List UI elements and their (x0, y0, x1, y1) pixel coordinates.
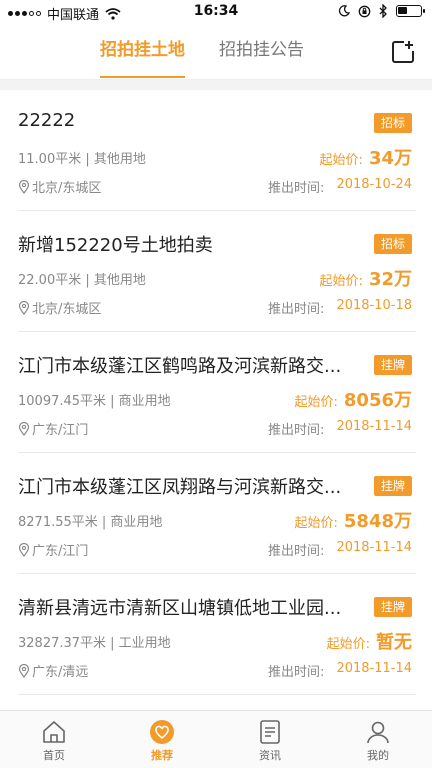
price-value: 8056万 (343, 390, 412, 411)
date-label: 推出时间: (268, 423, 325, 438)
date-row: 推出时间: 2018-10-24 (268, 177, 412, 196)
nav-home-label: 首页 (43, 749, 65, 762)
status-bar: 中国联通 16:34 (0, 0, 432, 24)
price-row: 起始价: 34万 (320, 144, 412, 170)
location-text: 北京/东城区 (32, 302, 102, 317)
price-value: 32万 (368, 269, 412, 290)
nav-news[interactable]: 资讯 (216, 711, 324, 768)
moon-icon (338, 5, 350, 17)
list-item[interactable]: 清新县清远市清新区山塘镇低地工业园... 挂牌 32827.37平米 | 工业用… (18, 574, 416, 695)
battery-fill (398, 7, 407, 14)
listing-location: 广东/江门 (18, 540, 88, 559)
location-pin-icon (18, 421, 30, 436)
location-text: 广东/江门 (32, 423, 89, 438)
price-row: 起始价: 8056万 (295, 386, 413, 412)
price-value: 5848万 (343, 511, 412, 532)
nav-mine-label: 我的 (367, 749, 389, 762)
location-pin-icon (18, 179, 30, 194)
nav-recommend[interactable]: 推荐 (108, 711, 216, 768)
home-icon (43, 721, 65, 743)
listing-title: 清新县清远市清新区山塘镇低地工业园... (18, 598, 342, 619)
date-value: 2018-11-14 (336, 419, 412, 434)
listing-type-badge: 挂牌 (373, 476, 412, 496)
price-value: 暂无 (376, 632, 412, 653)
listing-location: 北京/东城区 (18, 177, 101, 196)
date-label: 推出时间: (268, 544, 325, 559)
price-row: 起始价: 5848万 (295, 507, 413, 533)
listing-type-badge: 挂牌 (373, 355, 412, 375)
location-pin-icon (18, 300, 30, 315)
listing-location: 广东/江门 (18, 419, 88, 438)
date-value: 2018-11-14 (336, 661, 412, 676)
location-pin-icon (18, 542, 30, 557)
date-label: 推出时间: (268, 665, 325, 680)
price-label: 起始价: (294, 516, 338, 531)
list-item[interactable]: 江门市本级蓬江区凤翔路与河滨新路交... 挂牌 8271.55平米 | 商业用地… (18, 453, 416, 574)
date-label: 推出时间: (268, 181, 325, 196)
list-item[interactable]: 新增152220号土地拍卖 招标 22.00平米 | 其他用地 起始价: 32万… (18, 211, 416, 332)
listing-location: 北京/东城区 (18, 298, 101, 317)
land-listing-list: 22222 招标 11.00平米 | 其他用地 起始价: 34万 北京/东城区 … (0, 90, 432, 695)
date-value: 2018-10-18 (336, 298, 412, 313)
listing-title: 江门市本级蓬江区鹤鸣路及河滨新路交... (18, 356, 342, 377)
tab-land-auction[interactable]: 招拍挂土地 (100, 24, 185, 80)
price-label: 起始价: (319, 153, 363, 168)
listing-type-badge: 招标 (373, 234, 412, 254)
add-square-icon[interactable] (390, 39, 416, 65)
price-row: 起始价: 32万 (320, 265, 412, 291)
location-pin-icon (18, 663, 30, 678)
date-value: 2018-10-24 (336, 177, 412, 192)
price-label: 起始价: (319, 274, 363, 289)
listing-title: 江门市本级蓬江区凤翔路与河滨新路交... (18, 477, 342, 498)
header: 招拍挂土地 招拍挂公告 (0, 24, 432, 80)
nav-home[interactable]: 首页 (0, 711, 108, 768)
nav-recommend-label: 推荐 (151, 749, 173, 762)
list-item[interactable]: 22222 招标 11.00平米 | 其他用地 起始价: 34万 北京/东城区 … (18, 90, 416, 211)
price-label: 起始价: (294, 395, 338, 410)
nav-news-label: 资讯 (259, 749, 281, 762)
heart-icon (150, 720, 174, 744)
date-value: 2018-11-14 (336, 540, 412, 555)
section-divider (0, 80, 432, 90)
listing-area: 22.00平米 | 其他用地 (18, 273, 146, 288)
rotation-lock-icon (358, 5, 371, 17)
bluetooth-icon (379, 4, 387, 18)
price-value: 34万 (368, 148, 412, 169)
date-label: 推出时间: (268, 302, 325, 317)
list-item[interactable]: 江门市本级蓬江区鹤鸣路及河滨新路交... 挂牌 10097.45平米 | 商业用… (18, 332, 416, 453)
listing-type-badge: 挂牌 (373, 597, 412, 617)
listing-area: 32827.37平米 | 工业用地 (18, 636, 171, 651)
listing-type-badge: 招标 (373, 113, 412, 133)
listing-title: 22222 (18, 110, 76, 131)
date-row: 推出时间: 2018-11-14 (268, 540, 412, 559)
listing-location: 广东/清远 (18, 661, 88, 680)
news-icon (260, 720, 280, 744)
price-label: 起始价: (326, 637, 370, 652)
tab-bar: 招拍挂土地 招拍挂公告 (100, 24, 304, 80)
listing-area: 10097.45平米 | 商业用地 (18, 394, 171, 409)
date-row: 推出时间: 2018-11-14 (268, 419, 412, 438)
tab-auction-notice[interactable]: 招拍挂公告 (219, 24, 304, 80)
location-text: 广东/江门 (32, 544, 89, 559)
user-icon (367, 721, 389, 744)
listing-area: 8271.55平米 | 商业用地 (18, 515, 163, 530)
price-row: 起始价: 暂无 (327, 628, 412, 654)
location-text: 广东/清远 (32, 665, 89, 680)
listing-title: 新增152220号土地拍卖 (18, 235, 213, 256)
location-text: 北京/东城区 (32, 181, 102, 196)
battery-icon (396, 5, 425, 17)
nav-mine[interactable]: 我的 (324, 711, 432, 768)
date-row: 推出时间: 2018-10-18 (268, 298, 412, 317)
listing-area: 11.00平米 | 其他用地 (18, 152, 146, 167)
status-right (338, 4, 425, 18)
date-row: 推出时间: 2018-11-14 (268, 661, 412, 680)
bottom-tab-bar: 首页 推荐 资讯 我的 (0, 710, 432, 768)
